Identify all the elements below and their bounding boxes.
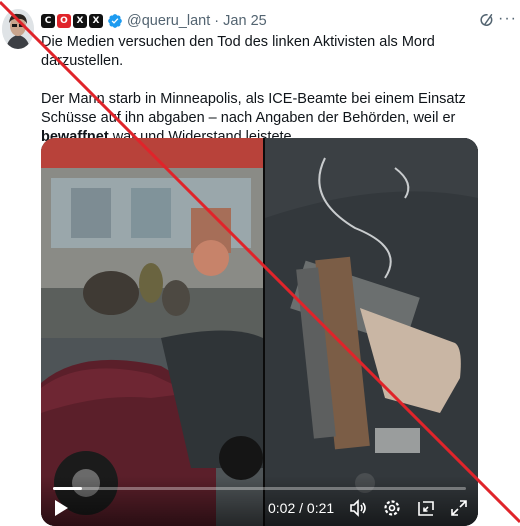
pip-icon[interactable] [416,498,436,518]
time-total: 0:21 [306,500,335,516]
badge-x2: X [89,14,103,28]
tweet-text: Die Medien versuchen den Tod des linken … [41,33,513,147]
video-controls: 0:02 / 0:21 [41,476,478,526]
name-badges[interactable]: C O X X [41,14,103,28]
time-current: 0:02 [268,500,296,516]
separator-dot: · [214,13,220,29]
more-options-icon[interactable]: ··· [498,10,517,28]
tweet-line-1: Die Medien versuchen den Tod des linken … [41,34,435,69]
fullscreen-icon[interactable] [449,498,469,518]
pistol-on-car-seat [265,138,478,526]
tweet: C O X X @queru_lant · Jan 25 ··· Die Med… [0,0,520,526]
volume-icon[interactable] [348,498,368,518]
badge-c: C [41,14,55,28]
video-time: 0:02 / 0:21 [268,500,334,516]
video-player[interactable]: 0:02 / 0:21 [41,138,478,526]
settings-icon[interactable] [382,498,402,518]
tweet-date[interactable]: Jan 25 [223,13,267,29]
badge-o: O [57,14,71,28]
time-separator: / [295,500,307,516]
play-icon[interactable] [51,498,71,518]
badge-x1: X [73,14,87,28]
author-handle[interactable]: @queru_lant · Jan 25 [127,13,267,29]
avatar[interactable] [2,9,34,49]
para2-text-a: Der Mann starb in Minneapolis, als ICE-B… [41,91,466,126]
grok-icon[interactable] [478,11,496,29]
handle-text[interactable]: @queru_lant [127,13,210,29]
verified-badge-icon [108,14,122,28]
video-progress-fill [53,487,82,490]
video-progress-bar[interactable] [53,487,466,490]
street-arrest-scene [41,138,263,526]
tweet-header: C O X X @queru_lant · Jan 25 [41,10,267,32]
